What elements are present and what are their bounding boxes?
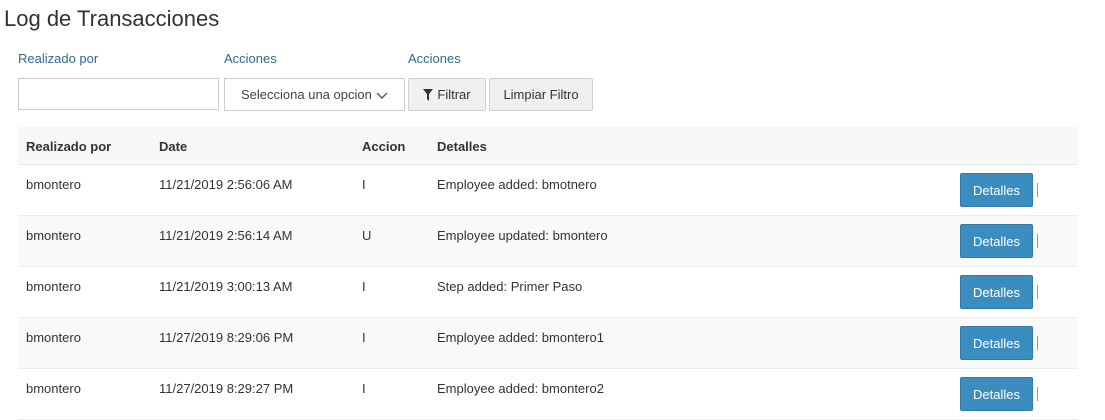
detalles-button[interactable]: Detalles (960, 377, 1033, 411)
cell-action: I (362, 381, 366, 396)
row-separator (1037, 183, 1038, 197)
detalles-button[interactable]: Detalles (960, 224, 1033, 258)
filter-button-label: Filtrar (437, 87, 471, 102)
cell-date: 11/27/2019 8:29:27 PM (159, 381, 294, 396)
cell-date: 11/21/2019 2:56:14 AM (159, 228, 293, 243)
header-realizado-por: Realizado por (26, 139, 112, 154)
cell-date: 11/27/2019 8:29:06 PM (159, 330, 294, 345)
cell-action: I (362, 330, 366, 345)
cell-action: I (362, 279, 366, 294)
cell-user: bmontero (26, 381, 81, 396)
table-row: bmontero 11/27/2019 8:29:27 PM I Employe… (18, 369, 1078, 420)
filter-icon (423, 88, 434, 101)
acciones-label-2: Acciones (408, 51, 461, 66)
filter-button[interactable]: Filtrar (408, 78, 486, 111)
cell-action: I (362, 177, 366, 192)
detalles-button[interactable]: Detalles (960, 173, 1033, 207)
detalles-button[interactable]: Detalles (960, 275, 1033, 309)
acciones-select-value: Selecciona una opcion (241, 87, 372, 102)
row-separator (1037, 285, 1038, 299)
cell-details: Step added: Primer Paso (437, 279, 583, 294)
cell-user: bmontero (26, 177, 81, 192)
clear-filter-button[interactable]: Limpiar Filtro (489, 78, 593, 111)
realizado-por-label: Realizado por (18, 51, 99, 66)
cell-date: 11/21/2019 2:56:06 AM (159, 177, 293, 192)
table-row: bmontero 11/21/2019 3:00:13 AM I Step ad… (18, 267, 1078, 318)
chevron-down-icon (376, 92, 388, 99)
detalles-button[interactable]: Detalles (960, 326, 1033, 360)
cell-details: Employee updated: bmontero (437, 228, 608, 243)
cell-date: 11/21/2019 3:00:13 AM (159, 279, 293, 294)
row-separator (1037, 387, 1038, 401)
header-date: Date (159, 139, 188, 154)
table-header: Realizado por Date Accion Detalles (18, 127, 1078, 165)
cell-user: bmontero (26, 330, 81, 345)
table-body: bmontero 11/21/2019 2:56:06 AM I Employe… (18, 165, 1078, 420)
header-accion: Accion (362, 139, 406, 154)
table-row: bmontero 11/27/2019 8:29:06 PM I Employe… (18, 318, 1078, 369)
cell-user: bmontero (26, 279, 81, 294)
header-detalles: Detalles (437, 139, 487, 154)
page-title: Log de Transacciones (4, 6, 220, 31)
table-row: bmontero 11/21/2019 2:56:14 AM U Employe… (18, 216, 1078, 267)
row-separator (1037, 234, 1038, 248)
cell-details: Employee added: bmotnero (437, 177, 597, 192)
clear-filter-button-label: Limpiar Filtro (503, 87, 579, 102)
transactions-table: Realizado por Date Accion Detalles bmont… (18, 127, 1078, 420)
acciones-select[interactable]: Selecciona una opcion (224, 78, 405, 111)
realizado-por-input[interactable] (18, 78, 219, 110)
row-separator (1037, 336, 1038, 350)
acciones-label: Acciones (224, 51, 277, 66)
table-row: bmontero 11/21/2019 2:56:06 AM I Employe… (18, 165, 1078, 216)
cell-details: Employee added: bmontero1 (437, 330, 604, 345)
cell-action: U (362, 228, 372, 243)
cell-details: Employee added: bmontero2 (437, 381, 604, 396)
cell-user: bmontero (26, 228, 81, 243)
